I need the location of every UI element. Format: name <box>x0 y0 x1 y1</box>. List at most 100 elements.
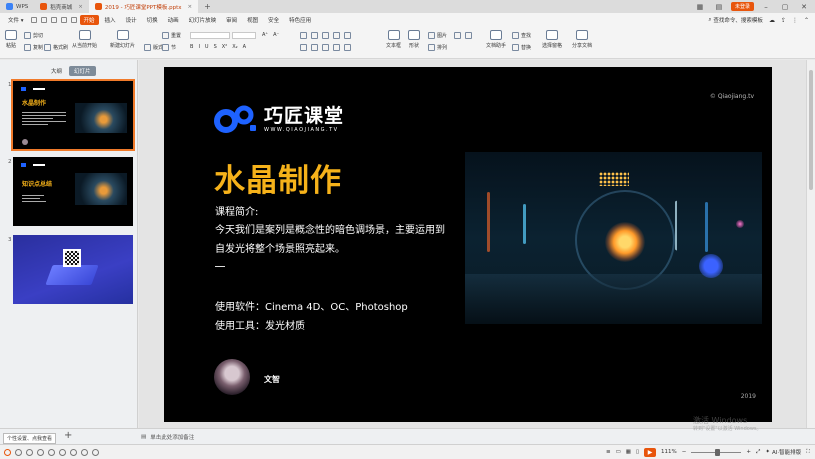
keyboard-icon[interactable] <box>59 448 66 456</box>
menu-animation[interactable]: 动画 <box>164 15 183 25</box>
punctuation-icon[interactable] <box>26 448 33 456</box>
find-button[interactable]: 查找 <box>512 32 531 39</box>
grid-icon[interactable]: ▤ <box>712 3 726 11</box>
layout-button[interactable]: 版式 <box>144 44 163 51</box>
slide-thumbnail-3[interactable] <box>13 235 133 304</box>
add-slide-button[interactable]: + <box>64 430 72 441</box>
arrange-button[interactable]: 排列 <box>428 44 447 51</box>
font-color-icon[interactable]: A <box>243 44 246 50</box>
normal-view-icon[interactable]: ▭ <box>616 449 621 455</box>
align-center-icon[interactable] <box>311 44 318 51</box>
menu-home[interactable]: 开始 <box>79 15 99 25</box>
tab-wps[interactable]: WPS <box>0 0 34 13</box>
slide-thumbnail-2[interactable]: 知识点总结 <box>13 157 133 226</box>
crystal-scene-image[interactable] <box>465 152 762 324</box>
strikethrough-icon[interactable]: S <box>214 44 217 50</box>
format-painter-button[interactable]: 格式刷 <box>44 44 68 51</box>
beautify-icon[interactable]: ≡ <box>606 449 611 455</box>
cloud-icon[interactable]: ☁ <box>769 17 775 24</box>
indent-icon[interactable] <box>322 32 329 39</box>
share-doc-button[interactable]: 分享文档 <box>572 30 592 49</box>
command-search[interactable]: ⌕ 查找命令、搜索模板 <box>708 16 763 25</box>
underline-icon[interactable]: U <box>205 44 209 50</box>
maximize-icon[interactable]: ▢ <box>778 3 792 11</box>
sorter-view-icon[interactable]: ▦ <box>626 449 631 455</box>
from-current-button[interactable]: 从当前开始 <box>72 30 97 49</box>
slide-thumbnail-1[interactable]: 水晶制作 <box>11 79 135 151</box>
align-right-icon[interactable] <box>322 44 329 51</box>
italic-icon[interactable]: I <box>198 44 199 50</box>
share-icon[interactable]: ⇪ <box>781 17 786 24</box>
zoom-in-icon[interactable]: + <box>746 449 751 455</box>
menu-view[interactable]: 视图 <box>243 15 262 25</box>
replace-button[interactable]: 替换 <box>512 44 531 51</box>
grow-font-icon[interactable]: A⁺ <box>262 32 268 38</box>
menu-review[interactable]: 审阅 <box>222 15 241 25</box>
menu-security[interactable]: 安全 <box>264 15 283 25</box>
menu-transition[interactable]: 切换 <box>143 15 162 25</box>
shrink-font-icon[interactable]: A⁻ <box>273 32 279 38</box>
english-icon[interactable] <box>15 448 22 456</box>
personalize-tip[interactable]: 个性设置、点我查看 <box>3 433 57 444</box>
ai-layout-button[interactable]: ✦ AI·智能排版 <box>765 448 801 456</box>
columns-icon[interactable] <box>344 44 351 51</box>
menu-slideshow[interactable]: 幻灯片放映 <box>185 15 221 25</box>
shape-button[interactable]: 形状 <box>408 30 420 49</box>
select-pane-button[interactable]: 选择窗格 <box>542 30 562 49</box>
picture-button[interactable]: 图片 <box>428 32 447 39</box>
save-icon[interactable] <box>30 17 37 23</box>
zoom-value[interactable]: 111% <box>661 449 677 455</box>
paste-button[interactable]: 粘贴 <box>5 30 17 49</box>
menu-design[interactable]: 设计 <box>122 15 141 25</box>
vertical-scrollbar[interactable] <box>806 60 815 428</box>
fill-icon[interactable] <box>454 32 461 39</box>
cut-button[interactable]: 剪切 <box>24 32 43 39</box>
font-name-select[interactable] <box>190 32 230 39</box>
section-button[interactable]: 节 <box>162 44 176 51</box>
new-slide-button[interactable]: 新建幻灯片 <box>110 30 135 49</box>
undo-icon[interactable] <box>60 17 67 23</box>
settings-icon[interactable] <box>92 448 99 456</box>
skin-icon[interactable] <box>70 448 77 456</box>
layout-icon[interactable]: ▦ <box>693 3 707 11</box>
close-window-icon[interactable]: ✕ <box>797 3 811 11</box>
reset-button[interactable]: 重置 <box>162 32 181 39</box>
slide[interactable]: © Qiaojiang.tv 巧匠课堂 WWW.QIAOJIANG.TV 水晶制… <box>164 67 772 422</box>
minimize-icon[interactable]: – <box>759 3 773 11</box>
tab-docer[interactable]: 稻壳商城 × <box>34 0 89 13</box>
copy-button[interactable]: 复制 <box>24 44 43 51</box>
redo-icon[interactable] <box>70 17 77 23</box>
new-tab-button[interactable]: + <box>198 0 217 13</box>
ime-icon[interactable] <box>4 448 11 456</box>
fit-window-icon[interactable]: ⤢ <box>756 449 760 456</box>
outdent-icon[interactable] <box>333 32 340 39</box>
preview-icon[interactable] <box>50 17 57 23</box>
superscript-icon[interactable]: X² <box>222 44 227 50</box>
text-box-button[interactable]: 文本框 <box>386 30 401 49</box>
tab-document[interactable]: 2019 - 巧匠课堂PPT模板.pptx × <box>88 0 199 13</box>
subscript-icon[interactable]: X₂ <box>232 44 237 50</box>
login-button[interactable]: 未登录 <box>730 2 754 11</box>
more-icon[interactable]: ⋮ <box>792 17 798 24</box>
align-left-icon[interactable] <box>300 44 307 51</box>
fullscreen-icon[interactable]: ⛶ <box>806 449 810 456</box>
microphone-icon[interactable] <box>48 448 55 456</box>
collapse-ribbon-icon[interactable]: ⌃ <box>804 17 809 24</box>
font-size-select[interactable] <box>232 32 256 39</box>
toolbox-icon[interactable] <box>81 448 88 456</box>
outline-icon[interactable] <box>465 32 472 39</box>
tab-outline[interactable]: 大纲 <box>46 66 67 76</box>
reading-view-icon[interactable]: ▯ <box>636 449 639 455</box>
zoom-slider-knob[interactable] <box>715 448 721 456</box>
emoji-icon[interactable] <box>37 448 44 456</box>
notes-area[interactable]: ▤ 单击此处添加备注 <box>141 433 194 441</box>
close-icon[interactable]: × <box>78 4 83 10</box>
zoom-slider[interactable] <box>691 448 742 456</box>
justify-icon[interactable] <box>333 44 340 51</box>
numbering-icon[interactable] <box>311 32 318 39</box>
scrollbar-thumb[interactable] <box>809 70 813 190</box>
print-icon[interactable] <box>40 17 47 23</box>
menu-features[interactable]: 特色应用 <box>285 15 315 25</box>
tab-slides[interactable]: 幻灯片 <box>69 66 96 76</box>
zoom-out-icon[interactable]: − <box>682 449 687 455</box>
